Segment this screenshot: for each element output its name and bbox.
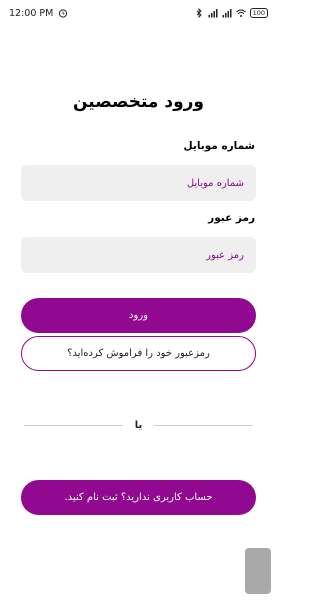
signal-icon-2 <box>222 9 232 18</box>
page-title: ورود متخصصین <box>72 92 205 112</box>
divider-line-right <box>154 424 254 426</box>
divider-text: یا <box>134 419 143 431</box>
status-right: 100 <box>194 8 268 18</box>
watermark-logo-icon <box>245 548 271 594</box>
signal-icon <box>208 9 218 18</box>
password-label: رمز عبور <box>208 212 255 224</box>
forgot-password-button[interactable]: رمزعبور خود را فراموش کرده‌اید؟ <box>21 336 256 371</box>
mobile-label: شماره موبایل <box>183 140 256 152</box>
or-divider: یا <box>24 418 254 432</box>
alarm-icon <box>59 9 68 18</box>
wifi-icon <box>235 9 246 17</box>
login-button[interactable]: ورود <box>21 298 256 333</box>
status-bar: 12:00 PM 100 <box>0 0 277 26</box>
bluetooth-icon <box>196 8 202 18</box>
signup-button[interactable]: حساب کاربری ندارید؟ ثبت نام کنید. <box>21 480 256 515</box>
mobile-input[interactable] <box>21 165 256 201</box>
status-left: 12:00 PM <box>9 8 68 19</box>
battery-indicator: 100 <box>249 8 268 18</box>
password-input[interactable] <box>21 237 256 273</box>
status-time: 12:00 PM <box>9 7 54 19</box>
divider-line-left <box>24 424 123 426</box>
